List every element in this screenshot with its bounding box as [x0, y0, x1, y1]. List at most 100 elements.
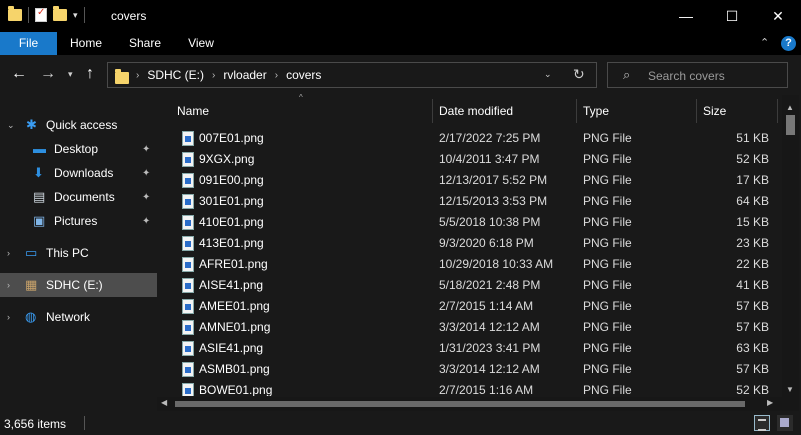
- folder-icon: [115, 69, 129, 84]
- file-size: 64 KB: [736, 194, 769, 208]
- pin-icon[interactable]: ✦: [142, 168, 150, 179]
- file-row[interactable]: 9XGX.png 10/4/2011 3:47 PM PNG File 52 K…: [179, 149, 777, 170]
- file-size: 22 KB: [736, 257, 769, 271]
- chevron-right-icon[interactable]: ›: [275, 70, 278, 81]
- column-divider[interactable]: [576, 99, 577, 123]
- horizontal-scrollbar[interactable]: ◀ ▶: [157, 397, 782, 411]
- file-size: 23 KB: [736, 236, 769, 250]
- sidebar-item-documents[interactable]: ▤ Documents ✦: [0, 185, 157, 209]
- search-input[interactable]: ⌕ Search covers: [607, 62, 788, 88]
- computer-icon: ▭: [25, 245, 38, 260]
- png-file-icon: [182, 152, 194, 167]
- file-date: 9/3/2020 6:18 PM: [439, 236, 534, 250]
- tab-view[interactable]: View: [179, 32, 223, 55]
- file-row[interactable]: ASIE41.png 1/31/2023 3:41 PM PNG File 63…: [179, 338, 777, 359]
- pin-icon[interactable]: ✦: [142, 192, 150, 203]
- file-row[interactable]: 007E01.png 2/17/2022 7:25 PM PNG File 51…: [179, 128, 777, 149]
- breadcrumb-item[interactable]: SDHC (E:): [147, 68, 204, 82]
- file-name: ASIE41.png: [199, 341, 264, 355]
- breadcrumb-item[interactable]: rvloader: [223, 68, 266, 82]
- sidebar-item-sdhc[interactable]: › ▦ SDHC (E:): [0, 273, 157, 297]
- back-button[interactable]: ←: [11, 65, 27, 83]
- sidebar-item-label: Quick access: [46, 118, 118, 132]
- file-row[interactable]: 091E00.png 12/13/2017 5:52 PM PNG File 1…: [179, 170, 777, 191]
- chevron-right-icon[interactable]: ›: [7, 312, 10, 322]
- toolbar-divider: [28, 7, 29, 23]
- sidebar-item-this-pc[interactable]: › ▭ This PC: [0, 241, 157, 265]
- details-view-icon[interactable]: [754, 415, 770, 431]
- chevron-down-icon[interactable]: ⌄: [7, 120, 15, 131]
- new-folder-icon[interactable]: [53, 6, 67, 21]
- sidebar-item-label: Network: [46, 310, 91, 324]
- horizontal-scroll-thumb[interactable]: [175, 401, 745, 407]
- pin-icon[interactable]: ✦: [142, 144, 150, 155]
- minimize-button[interactable]: —: [663, 0, 709, 32]
- chevron-right-icon[interactable]: ›: [136, 70, 139, 81]
- breadcrumb-item[interactable]: covers: [286, 68, 321, 82]
- scroll-down-icon[interactable]: ▼: [786, 385, 794, 394]
- file-type: PNG File: [583, 173, 632, 187]
- customize-toolbar-dropdown[interactable]: ▾: [73, 10, 78, 21]
- address-bar[interactable]: › SDHC (E:) › rvloader › covers ⌄ ↻: [107, 62, 597, 88]
- file-name: AFRE01.png: [199, 257, 268, 271]
- scroll-right-icon[interactable]: ▶: [767, 398, 773, 407]
- tab-file[interactable]: File: [0, 32, 57, 55]
- file-row[interactable]: 301E01.png 12/15/2013 3:53 PM PNG File 6…: [179, 191, 777, 212]
- properties-icon[interactable]: [35, 7, 47, 22]
- sidebar-item-pictures[interactable]: ▣ Pictures ✦: [0, 209, 157, 233]
- sidebar-item-label: Documents: [54, 190, 115, 204]
- vertical-scroll-thumb[interactable]: [786, 115, 795, 135]
- file-name: 301E01.png: [199, 194, 264, 208]
- file-row[interactable]: ASMB01.png 3/3/2014 12:12 AM PNG File 57…: [179, 359, 777, 380]
- file-size: 17 KB: [736, 173, 769, 187]
- column-header-type[interactable]: Type: [583, 99, 609, 123]
- sidebar-item-label: SDHC (E:): [46, 278, 103, 292]
- column-divider[interactable]: [696, 99, 697, 123]
- file-name: 413E01.png: [199, 236, 264, 250]
- sidebar-item-desktop[interactable]: ▬ Desktop ✦: [0, 137, 157, 161]
- column-header-size[interactable]: Size: [703, 99, 726, 123]
- expand-ribbon-icon[interactable]: ⌃: [760, 36, 769, 49]
- folder-icon[interactable]: [8, 6, 22, 21]
- toolbar-divider: [83, 7, 85, 23]
- file-name: 410E01.png: [199, 215, 264, 229]
- sidebar-item-downloads[interactable]: ⬇ Downloads ✦: [0, 161, 157, 185]
- scroll-left-icon[interactable]: ◀: [161, 398, 167, 407]
- file-row[interactable]: AMEE01.png 2/7/2015 1:14 AM PNG File 57 …: [179, 296, 777, 317]
- file-row[interactable]: AFRE01.png 10/29/2018 10:33 AM PNG File …: [179, 254, 777, 275]
- chevron-right-icon[interactable]: ›: [7, 280, 10, 290]
- tab-share[interactable]: Share: [121, 32, 169, 55]
- help-icon[interactable]: ?: [781, 36, 796, 51]
- large-icons-view-icon[interactable]: [777, 415, 793, 431]
- column-header-date[interactable]: Date modified: [439, 99, 513, 123]
- pin-icon[interactable]: ✦: [142, 216, 150, 227]
- file-row[interactable]: 413E01.png 9/3/2020 6:18 PM PNG File 23 …: [179, 233, 777, 254]
- up-button[interactable]: ↑: [86, 65, 94, 83]
- recent-locations-icon[interactable]: ▾: [68, 69, 73, 80]
- status-divider: [84, 416, 85, 430]
- column-divider[interactable]: [432, 99, 433, 123]
- chevron-right-icon[interactable]: ›: [212, 70, 215, 81]
- chevron-right-icon[interactable]: ›: [7, 248, 10, 258]
- forward-button[interactable]: →: [40, 65, 56, 83]
- png-file-icon: [182, 131, 194, 146]
- column-header-name[interactable]: Name: [177, 99, 209, 123]
- file-row[interactable]: 410E01.png 5/5/2018 10:38 PM PNG File 15…: [179, 212, 777, 233]
- close-button[interactable]: ✕: [755, 0, 801, 32]
- file-row[interactable]: BOWE01.png 2/7/2015 1:16 AM PNG File 52 …: [179, 380, 777, 396]
- file-row[interactable]: AISE41.png 5/18/2021 2:48 PM PNG File 41…: [179, 275, 777, 296]
- sidebar-item-quick-access[interactable]: ⌄ ✱ Quick access: [0, 113, 157, 137]
- sidebar-item-network[interactable]: › ◍ Network: [0, 305, 157, 329]
- file-row[interactable]: AMNE01.png 3/3/2014 12:12 AM PNG File 57…: [179, 317, 777, 338]
- column-divider[interactable]: [777, 99, 778, 123]
- pictures-icon: ▣: [33, 213, 46, 228]
- chevron-down-icon[interactable]: ⌄: [544, 69, 552, 80]
- scroll-up-icon[interactable]: ▲: [786, 103, 794, 112]
- maximize-button[interactable]: ☐: [709, 0, 755, 32]
- sidebar-item-label: Pictures: [54, 214, 98, 228]
- vertical-scrollbar[interactable]: ▲ ▼: [782, 95, 799, 411]
- refresh-icon[interactable]: ↻: [573, 66, 585, 83]
- file-date: 12/13/2017 5:52 PM: [439, 173, 548, 187]
- tab-home[interactable]: Home: [61, 32, 111, 55]
- file-type: PNG File: [583, 152, 632, 166]
